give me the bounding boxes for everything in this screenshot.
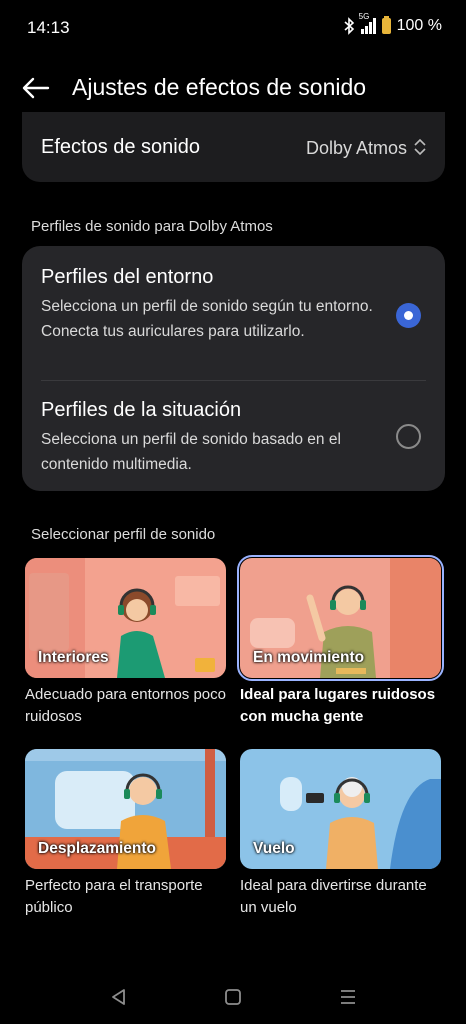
profile-tile-en-movimiento[interactable]: En movimiento bbox=[237, 555, 444, 681]
bluetooth-icon bbox=[344, 17, 354, 35]
signal-icon: 5G bbox=[359, 12, 376, 34]
tile-name: En movimiento bbox=[253, 649, 365, 666]
radio-selected[interactable] bbox=[396, 303, 421, 328]
top-app-bar: Ajustes de efectos de sonido bbox=[0, 60, 466, 116]
tile-description: Adecuado para entornos poco ruidosos bbox=[25, 686, 226, 725]
nav-back-icon bbox=[112, 989, 125, 1005]
profile-section-label: Seleccionar perfil de sonido bbox=[31, 526, 216, 543]
sound-effects-label: Efectos de sonido bbox=[41, 136, 200, 158]
option-description: Selecciona un perfil de sonido basado en… bbox=[41, 431, 341, 473]
option-title: Perfiles de la situación bbox=[41, 399, 242, 421]
status-icons: 5G 100 % bbox=[343, 12, 442, 35]
radio-unselected[interactable] bbox=[396, 424, 421, 449]
nav-back-button[interactable] bbox=[105, 985, 131, 1009]
profile-tile-vuelo[interactable]: Vuelo bbox=[240, 749, 441, 869]
status-bar: 14:13 5G 100 % bbox=[0, 0, 466, 56]
nav-home-icon bbox=[225, 989, 241, 1005]
option-situation-profiles[interactable]: Perfiles de la situación Selecciona un p… bbox=[22, 381, 445, 491]
tile-name: Interiores bbox=[38, 649, 109, 666]
nav-recents-icon bbox=[341, 990, 355, 1004]
tile-name: Desplazamiento bbox=[38, 840, 157, 857]
option-description: Selecciona un perfil de sonido según tu … bbox=[41, 298, 373, 340]
profile-tile-interiores[interactable]: Interiores bbox=[25, 558, 226, 678]
tile-name: Vuelo bbox=[253, 840, 295, 857]
tile-description: Perfecto para el transporte público bbox=[25, 877, 203, 916]
status-time: 14:13 bbox=[27, 18, 70, 37]
option-title: Perfiles del entorno bbox=[41, 266, 214, 288]
dolby-section-label: Perfiles de sonido para Dolby Atmos bbox=[31, 218, 273, 235]
nav-recents-button[interactable] bbox=[335, 985, 361, 1009]
tile-description: Ideal para lugares ruidosos con mucha ge… bbox=[240, 686, 436, 725]
back-arrow-icon bbox=[22, 77, 50, 99]
up-down-chevron-icon bbox=[414, 138, 426, 156]
sound-effects-row[interactable]: Efectos de sonido Dolby Atmos bbox=[22, 112, 445, 182]
battery-level: 100 % bbox=[396, 17, 442, 34]
navigation-bar bbox=[0, 970, 466, 1024]
profile-tile-desplazamiento[interactable]: Desplazamiento bbox=[25, 749, 226, 869]
page-title: Ajustes de efectos de sonido bbox=[72, 74, 367, 100]
tile-description: Ideal para divertirse durante un vuelo bbox=[240, 877, 427, 916]
dolby-profiles-card: Perfiles del entorno Selecciona un perfi… bbox=[22, 246, 445, 491]
network-type: 5G bbox=[358, 12, 370, 21]
option-environment-profiles[interactable]: Perfiles del entorno Selecciona un perfi… bbox=[22, 246, 445, 380]
sound-effects-value: Dolby Atmos bbox=[305, 138, 407, 158]
back-button[interactable] bbox=[20, 74, 52, 102]
nav-home-button[interactable] bbox=[220, 985, 246, 1009]
battery-icon bbox=[381, 16, 391, 34]
